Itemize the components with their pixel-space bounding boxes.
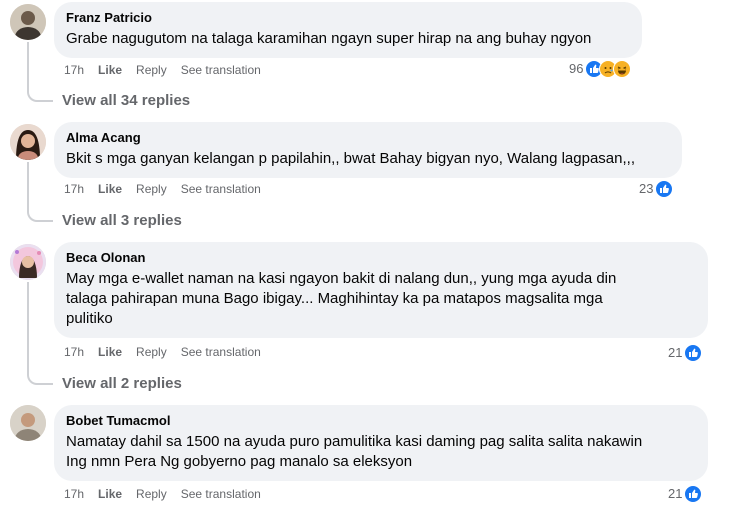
view-replies-link[interactable]: View all 34 replies xyxy=(62,91,190,111)
comment-text-line: Ing nmn Pera Ng gobyerno pag manalo sa e… xyxy=(66,453,413,470)
comment-bubble: Bobet Tumacmol Namatay dahil sa 1500 na … xyxy=(54,405,708,481)
like-reaction-icon xyxy=(684,485,703,503)
like-reaction-icon xyxy=(684,344,703,362)
avatar[interactable] xyxy=(10,405,46,441)
reply-button[interactable]: Reply xyxy=(136,344,167,360)
reaction-summary[interactable]: 21 xyxy=(668,485,703,503)
like-button[interactable]: Like xyxy=(98,344,122,360)
like-button[interactable]: Like xyxy=(98,62,122,78)
like-reaction-icon xyxy=(655,180,674,198)
like-button[interactable]: Like xyxy=(98,181,122,197)
comment-text: Grabe nagugutom na talaga karamihan ngay… xyxy=(66,30,592,47)
reaction-summary[interactable]: 23 xyxy=(639,180,674,198)
view-replies-link[interactable]: View all 3 replies xyxy=(62,211,182,231)
reply-button[interactable]: Reply xyxy=(136,62,167,78)
reaction-summary[interactable]: 21 xyxy=(668,344,703,362)
comment-bubble: Franz Patricio Grabe nagugutom na talaga… xyxy=(54,2,642,58)
comment-text-line: Namatay dahil sa 1500 na ayuda puro pamu… xyxy=(66,433,643,450)
comment-actions: 17h Like Reply See translation xyxy=(64,181,275,197)
comment-bubble: Alma Acang Bkit s mga ganyan kelangan p … xyxy=(54,122,682,178)
reply-button[interactable]: Reply xyxy=(136,486,167,502)
see-translation-link[interactable]: See translation xyxy=(181,62,261,78)
reaction-summary[interactable]: 96 xyxy=(569,60,632,78)
comment-actions: 17h Like Reply See translation xyxy=(64,486,275,502)
view-replies-link[interactable]: View all 2 replies xyxy=(62,374,182,394)
reply-thread-connector xyxy=(27,42,53,102)
see-translation-link[interactable]: See translation xyxy=(181,344,261,360)
reaction-count: 96 xyxy=(569,61,584,76)
comment-text-line: talaga pahirapan muna Bago ibigay... Mag… xyxy=(66,290,603,307)
comment-author[interactable]: Beca Olonan xyxy=(66,250,696,266)
comment-actions: 17h Like Reply See translation xyxy=(64,62,275,78)
like-button[interactable]: Like xyxy=(98,486,122,502)
reaction-count: 21 xyxy=(668,345,683,360)
reply-thread-connector xyxy=(27,282,53,385)
comment-time[interactable]: 17h xyxy=(64,62,84,78)
reaction-count: 21 xyxy=(668,486,683,501)
reply-thread-connector xyxy=(27,162,53,222)
haha-reaction-icon xyxy=(613,60,632,78)
comment-text-line: May mga e-wallet naman na kasi ngayon ba… xyxy=(66,270,617,287)
see-translation-link[interactable]: See translation xyxy=(181,486,261,502)
comment-time[interactable]: 17h xyxy=(64,486,84,502)
comment-time[interactable]: 17h xyxy=(64,181,84,197)
reply-button[interactable]: Reply xyxy=(136,181,167,197)
comment-time[interactable]: 17h xyxy=(64,344,84,360)
comment-author[interactable]: Alma Acang xyxy=(66,130,670,146)
comment-actions: 17h Like Reply See translation xyxy=(64,344,275,360)
reaction-count: 23 xyxy=(639,181,654,196)
comment-bubble: Beca Olonan May mga e-wallet naman na ka… xyxy=(54,242,708,338)
comment-text-line: pulitiko xyxy=(66,310,113,327)
avatar[interactable] xyxy=(10,124,46,160)
comment-text: Bkit s mga ganyan kelangan p papilahin,,… xyxy=(66,150,635,167)
comment-author[interactable]: Franz Patricio xyxy=(66,10,630,26)
avatar[interactable] xyxy=(10,244,46,280)
comment-author[interactable]: Bobet Tumacmol xyxy=(66,413,696,429)
avatar[interactable] xyxy=(10,4,46,40)
see-translation-link[interactable]: See translation xyxy=(181,181,261,197)
